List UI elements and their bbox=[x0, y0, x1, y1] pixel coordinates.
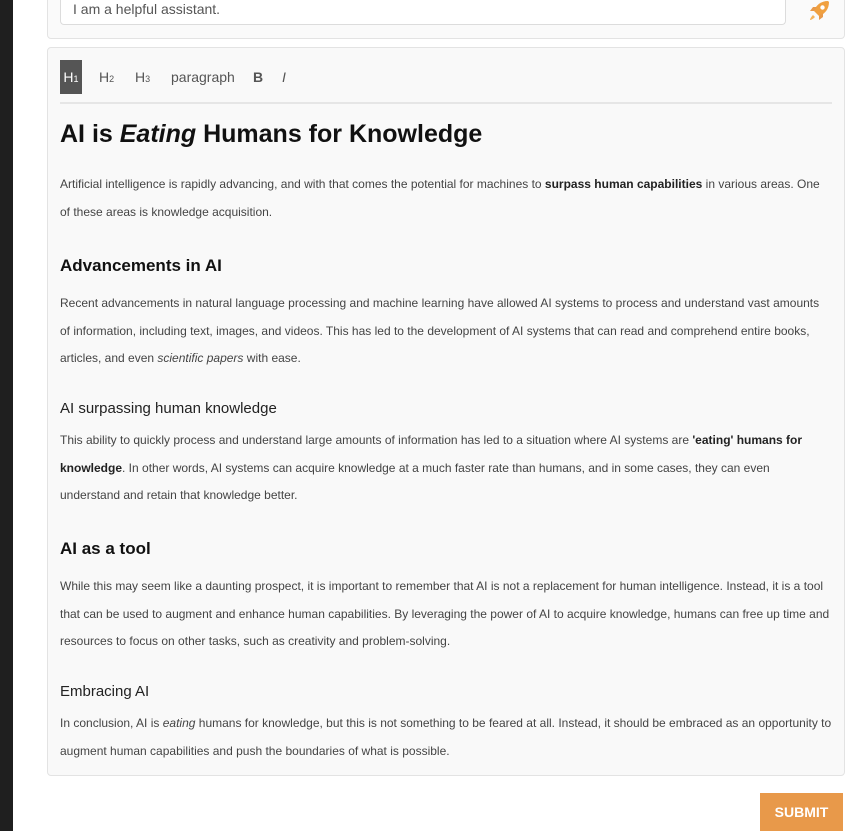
submit-button[interactable]: SUBMIT bbox=[760, 793, 843, 831]
system-prompt-input[interactable]: I am a helpful assistant. bbox=[60, 0, 786, 25]
h2-button[interactable]: H2 bbox=[99, 60, 114, 94]
tool-paragraph: While this may seem like a daunting pros… bbox=[60, 579, 830, 648]
intro-paragraph: Artificial intelligence is rapidly advan… bbox=[60, 177, 820, 219]
bold-button[interactable]: B bbox=[253, 60, 263, 94]
advancements-paragraph: Recent advancements in natural language … bbox=[60, 296, 820, 365]
embracing-paragraph: In conclusion, AI is eating humans for k… bbox=[60, 716, 832, 758]
h1-button[interactable]: H1 bbox=[60, 60, 82, 94]
heading-embracing: Embracing AI bbox=[60, 683, 150, 700]
surpassing-paragraph: This ability to quickly process and unde… bbox=[60, 433, 803, 502]
rich-text-editor: H1 H2 H3 paragraph B I AI is Eating Huma… bbox=[47, 47, 845, 776]
page: I am a helpful assistant. H1 H2 H3 parag… bbox=[13, 0, 868, 831]
system-prompt-panel: I am a helpful assistant. bbox=[47, 0, 845, 39]
paragraph-button[interactable]: paragraph bbox=[171, 60, 235, 94]
heading-advancements: Advancements in AI bbox=[60, 256, 222, 275]
heading-tool: AI as a tool bbox=[60, 539, 151, 558]
heading-surpassing: AI surpassing human knowledge bbox=[60, 400, 277, 417]
h3-button[interactable]: H3 bbox=[135, 60, 150, 94]
italic-button[interactable]: I bbox=[282, 60, 286, 94]
rocket-icon[interactable] bbox=[806, 0, 832, 24]
document-title: AI is Eating Humans for Knowledge bbox=[60, 120, 483, 148]
window-edge bbox=[0, 0, 13, 831]
editor-toolbar: H1 H2 H3 paragraph B I bbox=[60, 60, 832, 104]
